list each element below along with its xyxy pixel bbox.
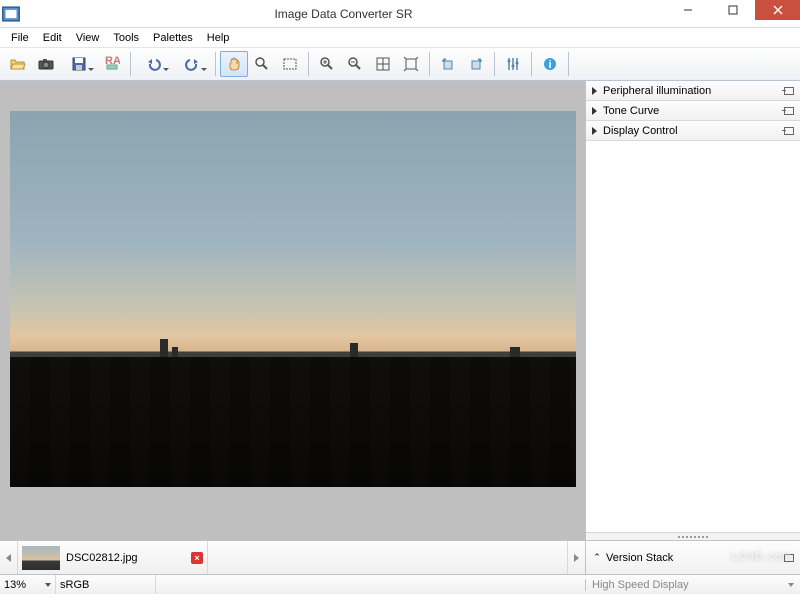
maximize-button[interactable] xyxy=(710,0,755,20)
version-stack-panel[interactable]: ⌃ Version Stack xyxy=(585,541,800,574)
close-button[interactable] xyxy=(755,0,800,20)
panel-label: Tone Curve xyxy=(603,105,784,117)
marquee-button[interactable] xyxy=(276,51,304,77)
expand-icon xyxy=(592,87,597,95)
undo-button[interactable] xyxy=(135,51,173,77)
zoom-select[interactable]: 13% xyxy=(0,575,56,594)
menu-palettes[interactable]: Palettes xyxy=(146,30,200,46)
panel-resize-handle[interactable] xyxy=(586,532,800,540)
zoom-tool-button[interactable] xyxy=(248,51,276,77)
expand-icon xyxy=(592,107,597,115)
thumbnail-item[interactable]: DSC02812.jpg × xyxy=(18,541,208,574)
panel-spacer xyxy=(586,141,800,532)
menu-tools[interactable]: Tools xyxy=(106,30,146,46)
thumbnail-image xyxy=(22,546,60,570)
rotate-left-button[interactable] xyxy=(434,51,462,77)
thumb-next-button[interactable] xyxy=(567,541,585,574)
thumbnail-strip: DSC02812.jpg × ⌃ Version Stack xyxy=(0,540,800,574)
panel-label: Peripheral illumination xyxy=(603,85,784,97)
main-area: Peripheral illumination Tone Curve Displ… xyxy=(0,81,800,540)
camera-button[interactable] xyxy=(32,51,60,77)
expand-icon xyxy=(592,127,597,135)
fit-screen-button[interactable] xyxy=(369,51,397,77)
adjustments-button[interactable] xyxy=(499,51,527,77)
redo-button[interactable] xyxy=(173,51,211,77)
svg-text:i: i xyxy=(548,59,551,71)
raw-button[interactable]: RAW xyxy=(98,51,126,77)
image-preview xyxy=(10,111,576,487)
panel-label: Version Stack xyxy=(606,552,673,564)
menu-help[interactable]: Help xyxy=(200,30,237,46)
toolbar: RAW i xyxy=(0,48,800,81)
open-button[interactable] xyxy=(4,51,32,77)
minimize-button[interactable] xyxy=(665,0,710,20)
thumb-prev-button[interactable] xyxy=(0,541,18,574)
app-icon xyxy=(0,0,22,28)
save-button[interactable] xyxy=(60,51,98,77)
title-bar: Image Data Converter SR xyxy=(0,0,800,28)
colorspace-label: sRGB xyxy=(56,575,156,594)
panel-label: Display Control xyxy=(603,125,784,137)
zoom-in-button[interactable] xyxy=(313,51,341,77)
thumbnail-remove-icon[interactable]: × xyxy=(191,552,203,564)
panel-peripheral-illumination[interactable]: Peripheral illumination xyxy=(586,81,800,101)
status-bar: 13% sRGB High Speed Display xyxy=(0,574,800,594)
menu-view[interactable]: View xyxy=(69,30,107,46)
window-title: Image Data Converter SR xyxy=(22,7,665,21)
chevron-down-icon xyxy=(788,583,794,587)
colorspace-value: sRGB xyxy=(60,579,89,591)
side-panel: Peripheral illumination Tone Curve Displ… xyxy=(585,81,800,540)
panel-tone-curve[interactable]: Tone Curve xyxy=(586,101,800,121)
zoom-out-button[interactable] xyxy=(341,51,369,77)
canvas-area[interactable] xyxy=(0,81,585,540)
menu-edit[interactable]: Edit xyxy=(36,30,69,46)
hand-tool-button[interactable] xyxy=(220,51,248,77)
zoom-value: 13% xyxy=(4,579,26,591)
chevron-down-icon xyxy=(45,583,51,587)
display-mode-select[interactable]: High Speed Display xyxy=(585,579,800,591)
dock-icon[interactable] xyxy=(784,87,794,95)
rotate-right-button[interactable] xyxy=(462,51,490,77)
dock-icon[interactable] xyxy=(784,107,794,115)
menu-file[interactable]: File xyxy=(4,30,36,46)
display-mode-value: High Speed Display xyxy=(592,579,689,591)
info-button[interactable]: i xyxy=(536,51,564,77)
thumbnail-filename: DSC02812.jpg xyxy=(66,552,191,564)
panel-display-control[interactable]: Display Control xyxy=(586,121,800,141)
menu-bar: File Edit View Tools Palettes Help xyxy=(0,28,800,48)
collapse-icon: ⌃ xyxy=(592,553,602,563)
dock-icon[interactable] xyxy=(784,554,794,562)
dock-icon[interactable] xyxy=(784,127,794,135)
actual-size-button[interactable] xyxy=(397,51,425,77)
